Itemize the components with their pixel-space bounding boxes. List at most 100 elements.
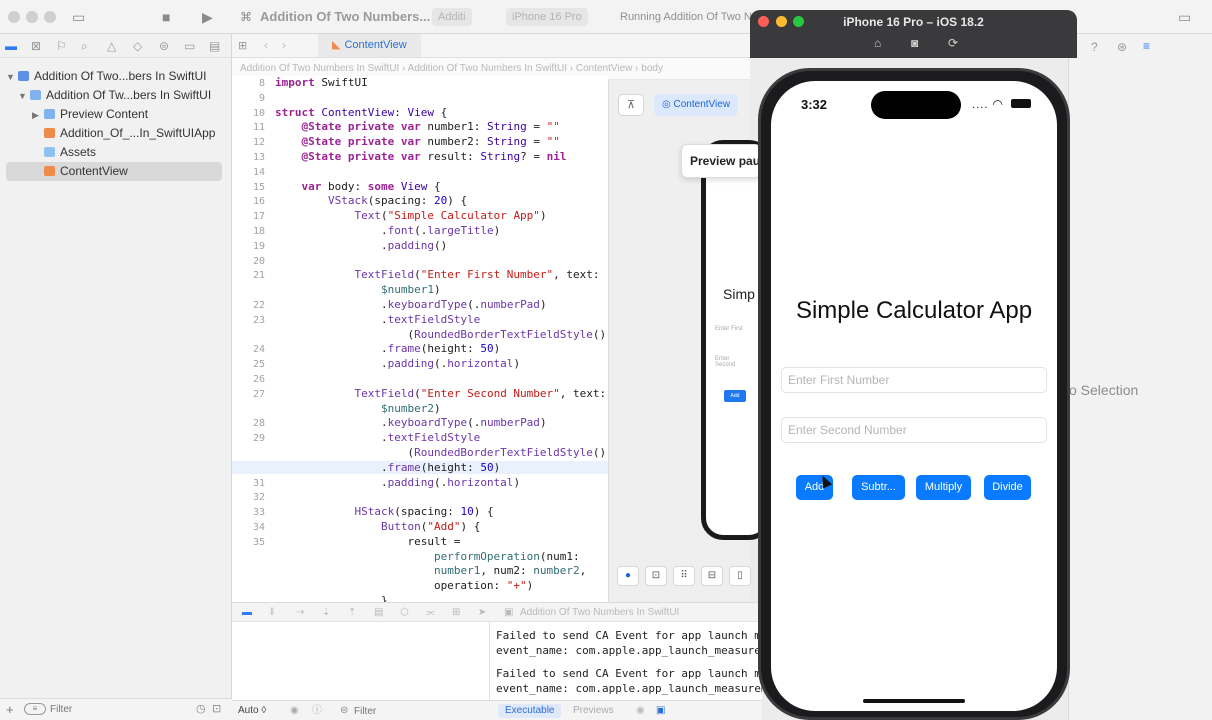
- device-settings-icon[interactable]: ⊟: [701, 566, 723, 586]
- simulate-location-icon[interactable]: ⊞: [452, 603, 460, 621]
- attributes-inspector-icon[interactable]: ≡: [1143, 39, 1150, 53]
- first-number-field[interactable]: [781, 367, 1047, 393]
- tab-executable[interactable]: Executable: [498, 704, 562, 718]
- dynamic-island: [871, 91, 961, 119]
- source-control-icon[interactable]: ⊠: [31, 39, 41, 53]
- forward-icon[interactable]: ›: [282, 38, 286, 52]
- screenshot-icon[interactable]: ◙: [911, 36, 918, 50]
- grid-icon[interactable]: ⊞: [238, 39, 247, 52]
- add-icon[interactable]: +: [6, 702, 14, 717]
- pause-icon[interactable]: ‖: [270, 603, 274, 621]
- auto-variables-selector[interactable]: Auto ◊: [238, 701, 266, 720]
- variables-view[interactable]: [232, 622, 490, 700]
- code-line: $number2): [380, 401, 441, 415]
- selectable-mode-icon[interactable]: ⊡: [645, 566, 667, 586]
- warning-icon[interactable]: △: [107, 39, 116, 53]
- code-line: TextField("Enter Second Number", text:: [354, 386, 607, 400]
- hide-debug-icon[interactable]: ▬: [242, 603, 252, 621]
- stop-icon[interactable]: ■: [162, 10, 170, 24]
- line-number: 12: [252, 137, 265, 149]
- preview-paused-banner[interactable]: Preview paus: [681, 144, 761, 178]
- editor-tab-contentview[interactable]: ◣ ContentView: [318, 34, 421, 57]
- chevron-down-icon[interactable]: ▼: [6, 68, 18, 87]
- search-icon[interactable]: ⌕: [81, 39, 88, 54]
- live-preview-icon[interactable]: ●: [617, 566, 639, 586]
- report-icon[interactable]: ▤: [209, 39, 220, 53]
- folder-icon[interactable]: ▬: [5, 39, 17, 53]
- back-icon[interactable]: ‹: [264, 38, 268, 52]
- scheme-selector[interactable]: Additi: [432, 8, 472, 26]
- step-into-icon[interactable]: ⇣: [322, 603, 330, 621]
- tree-item-group[interactable]: ▼ Addition Of Tw...bers In SwiftUI: [18, 86, 211, 105]
- console-filter-input[interactable]: [354, 704, 484, 718]
- code-line: performOperation(num1:: [433, 549, 580, 563]
- second-number-input[interactable]: [782, 418, 1046, 442]
- navigator-filter-input[interactable]: [50, 702, 180, 717]
- close-window-button[interactable]: [8, 11, 20, 23]
- step-over-icon[interactable]: ⇢: [296, 603, 304, 621]
- console-output[interactable]: Failed to send CA Event for app launch m…: [490, 622, 762, 700]
- tree-item-project[interactable]: ▼ Addition Of Two...bers In SwiftUI: [6, 67, 207, 86]
- code-line: number1, num2: number2,: [433, 564, 587, 578]
- step-out-icon[interactable]: ⇡: [348, 603, 356, 621]
- first-number-input[interactable]: [782, 368, 1046, 392]
- pin-icon[interactable]: ⊼: [618, 94, 644, 116]
- code-line: import SwiftUI: [275, 76, 368, 89]
- view-hierarchy-icon[interactable]: ▤: [374, 603, 383, 621]
- chevron-down-icon[interactable]: ▼: [18, 87, 30, 106]
- inspector-toggle-icon[interactable]: ▭: [1178, 10, 1191, 24]
- code-line: }: [275, 594, 388, 602]
- line-number: 25: [252, 359, 265, 371]
- source-control-filter-icon[interactable]: ⊡: [212, 702, 221, 715]
- location-arrow-icon[interactable]: ➤: [478, 603, 486, 621]
- run-destination-selector[interactable]: iPhone 16 Pro: [506, 8, 588, 26]
- breakpoint-icon[interactable]: ▭: [184, 39, 195, 53]
- tree-item-assets[interactable]: Assets: [44, 143, 96, 162]
- eye-icon[interactable]: ◉: [290, 701, 299, 720]
- code-line: .textFieldStyle: [275, 312, 481, 326]
- code-line: VStack(spacing: 20) {: [327, 194, 468, 208]
- xcode-app-icon: ⌘: [240, 10, 252, 24]
- recent-files-icon[interactable]: ◷: [196, 702, 206, 715]
- code-editor[interactable]: 8 9 10 11 12 13 14 15 16 17 18 19 20 21 22 23 24 25 26 27 28…: [232, 76, 608, 602]
- memory-graph-icon[interactable]: ⬡: [400, 603, 409, 621]
- split-console-icon[interactable]: ▣: [656, 701, 665, 720]
- bookmark-icon[interactable]: ⚐: [56, 39, 67, 53]
- line-number: 14: [252, 166, 265, 178]
- multiply-button[interactable]: Multiply: [916, 475, 971, 500]
- tab-previews[interactable]: Previews: [566, 704, 621, 718]
- run-icon[interactable]: ▶: [202, 10, 213, 24]
- zoom-window-button[interactable]: [44, 11, 56, 23]
- filter-icon: ⊜: [340, 705, 349, 716]
- info-icon[interactable]: ⓘ: [312, 701, 322, 720]
- eye-icon[interactable]: ◉: [636, 701, 645, 720]
- preview-icon: ◎: [662, 99, 674, 110]
- filter-icon[interactable]: ≡: [24, 703, 46, 715]
- tree-item-preview-content[interactable]: ▶ Preview Content: [32, 105, 148, 124]
- debug-icon[interactable]: ⊜: [159, 39, 169, 53]
- line-number: 22: [252, 300, 265, 311]
- help-icon[interactable]: ?: [1091, 40, 1098, 54]
- test-icon[interactable]: ◇: [133, 39, 142, 53]
- subtract-button[interactable]: Subtr...: [852, 475, 905, 500]
- sidebar-toggle-icon[interactable]: ▭: [72, 10, 85, 24]
- chevron-right-icon[interactable]: ▶: [32, 106, 44, 125]
- rotate-icon[interactable]: ⟳: [948, 36, 958, 50]
- code-line: @State private var number1: String = "": [301, 120, 560, 134]
- code-line-current: .frame(height: 50): [232, 460, 608, 474]
- code-line: result =: [275, 534, 461, 548]
- tree-item-label: Addition Of Tw...bers In SwiftUI: [46, 88, 212, 102]
- variants-icon[interactable]: ⠿: [673, 566, 695, 586]
- environment-icon[interactable]: ⫘: [426, 603, 435, 621]
- project-icon: [18, 71, 29, 81]
- preview-selector[interactable]: ◎ ContentView: [654, 94, 739, 116]
- second-number-field[interactable]: [781, 417, 1047, 443]
- home-icon[interactable]: ⌂: [874, 36, 881, 50]
- home-indicator[interactable]: [863, 699, 965, 703]
- minimize-window-button[interactable]: [26, 11, 38, 23]
- device-icon[interactable]: ▯: [729, 566, 751, 586]
- divide-button[interactable]: Divide: [984, 475, 1031, 500]
- tree-item-app-file[interactable]: Addition_Of_...In_SwiftUIApp: [44, 124, 215, 143]
- history-icon[interactable]: ⊛: [1117, 40, 1127, 54]
- tree-item-contentview[interactable]: ContentView: [6, 162, 222, 181]
